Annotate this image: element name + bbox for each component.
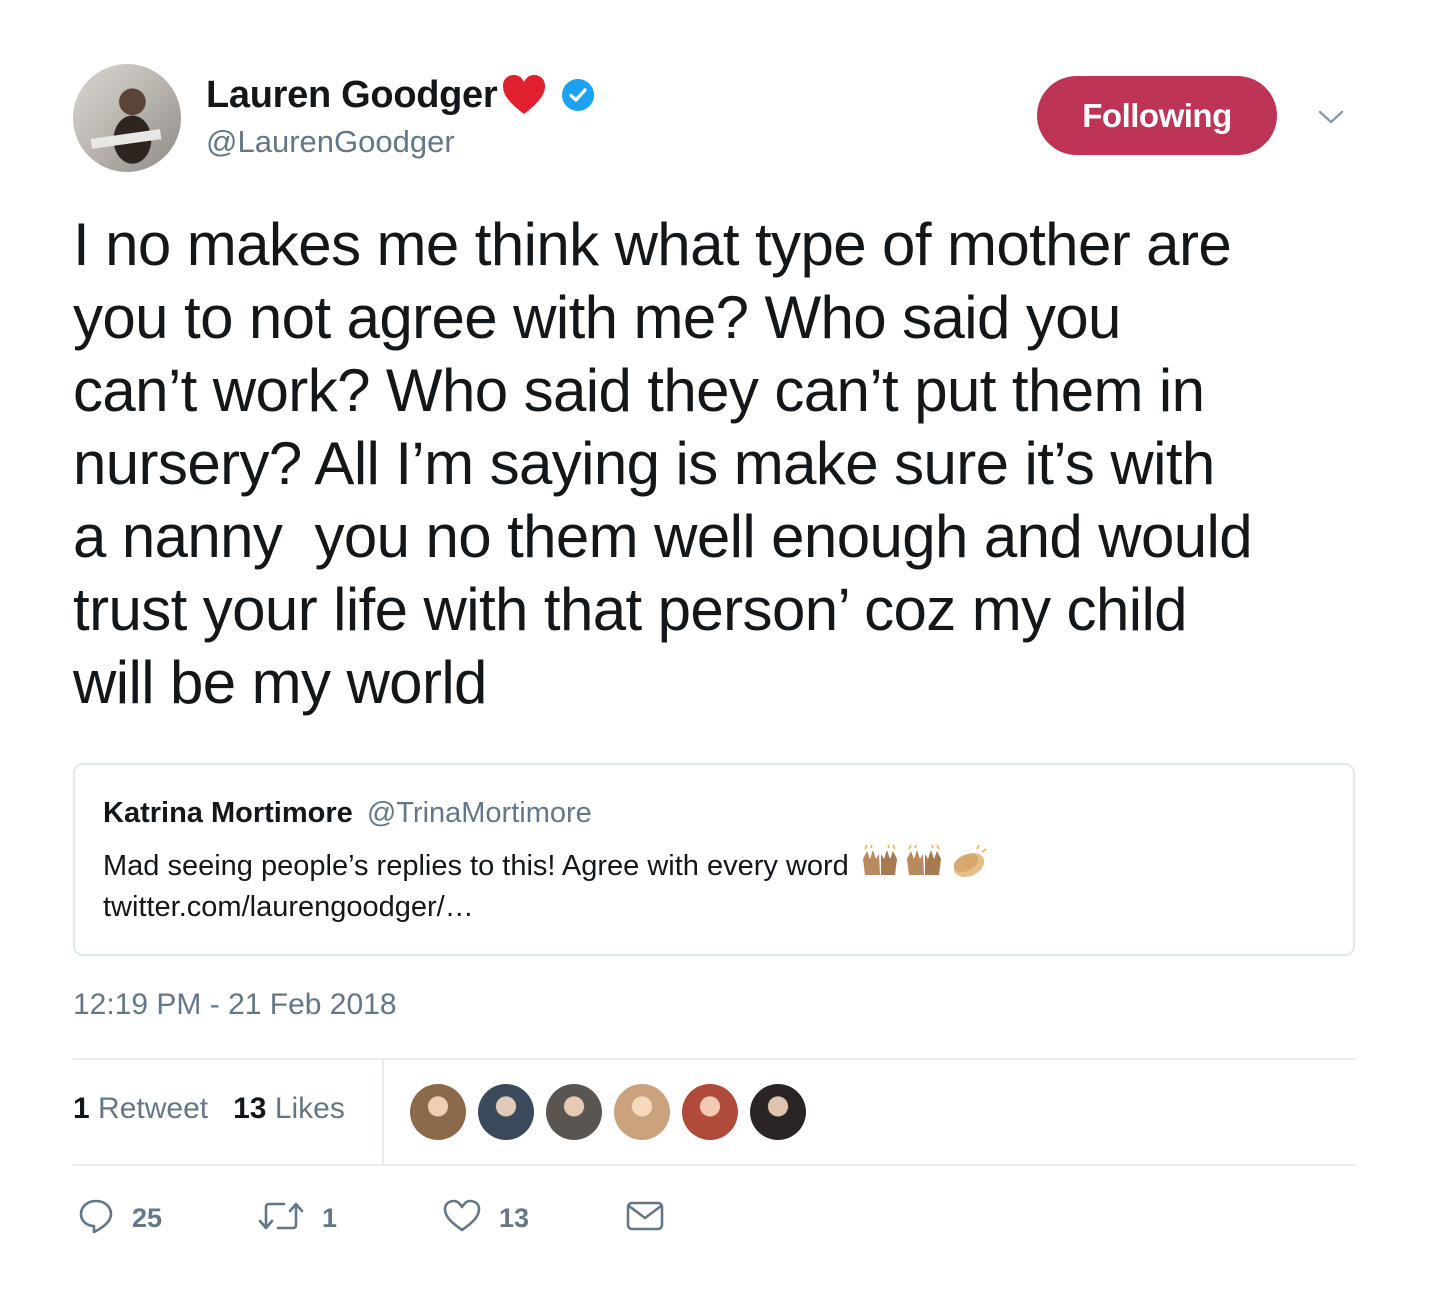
likes-stat[interactable]: 13 Likes xyxy=(233,1092,345,1126)
like-button[interactable]: 13 xyxy=(443,1198,529,1238)
reply-count: 25 xyxy=(132,1202,163,1233)
raising-hands-icon xyxy=(859,844,901,887)
verified-badge-icon xyxy=(561,78,595,112)
following-button[interactable]: Following xyxy=(1037,76,1277,155)
divider xyxy=(73,1164,1356,1166)
quoted-tweet-card[interactable]: Katrina Mortimore @TrinaMortimore Mad se… xyxy=(73,763,1355,956)
likes-count: 13 xyxy=(233,1092,267,1125)
liker-avatar[interactable] xyxy=(682,1084,738,1140)
like-action-count: 13 xyxy=(499,1202,530,1233)
reply-button[interactable]: 25 xyxy=(78,1198,162,1238)
tweet-line: nursery? All I’m saying is make sure it’… xyxy=(73,430,1215,497)
quoted-tweet-emojis xyxy=(859,844,989,887)
retweet-button[interactable]: 1 xyxy=(258,1198,337,1238)
quoted-tweet-body: Mad seeing people’s replies to this! Agr… xyxy=(103,849,849,882)
retweet-stat[interactable]: 1 Retweet xyxy=(73,1092,208,1126)
heart-outline-icon xyxy=(443,1199,481,1238)
retweet-action-count: 1 xyxy=(322,1202,338,1233)
tweet-line: trust your life with that person’ coz my… xyxy=(73,576,1188,643)
stats-divider xyxy=(382,1060,384,1164)
tweet-line: will be my world xyxy=(73,649,487,716)
tweet-header: Lauren Goodger @LaurenGoodger Following xyxy=(73,64,1363,174)
clapping-hands-icon xyxy=(947,844,989,887)
tweet-line: I no makes me think what type of mother … xyxy=(73,211,1232,278)
chevron-down-icon[interactable] xyxy=(1316,102,1346,132)
liker-avatar[interactable] xyxy=(478,1084,534,1140)
tweet-text: I no makes me think what type of mother … xyxy=(73,208,1373,719)
author-name[interactable]: Lauren Goodger xyxy=(206,74,498,117)
tweet-line: can’t work? Who said they can’t put them… xyxy=(73,357,1205,424)
direct-message-button[interactable] xyxy=(626,1198,664,1238)
tweet-timestamp[interactable]: 12:19 PM - 21 Feb 2018 xyxy=(73,988,397,1022)
retweet-icon xyxy=(258,1199,304,1238)
quoted-author-name: Katrina Mortimore xyxy=(103,797,353,829)
divider xyxy=(73,1058,1356,1060)
retweet-count: 1 xyxy=(73,1092,90,1125)
quoted-tweet-link[interactable]: twitter.com/laurengoodger/… xyxy=(103,891,474,924)
likes-stat-label: Likes xyxy=(274,1092,345,1125)
tweet-line: a nanny you no them well enough and woul… xyxy=(73,503,1253,570)
liker-avatar[interactable] xyxy=(546,1084,602,1140)
raising-hands-icon xyxy=(903,844,945,887)
quoted-author-handle: @TrinaMortimore xyxy=(366,797,592,829)
tweet-stats: 1 Retweet 13 Likes xyxy=(73,1092,345,1126)
envelope-icon xyxy=(626,1200,664,1237)
author-handle[interactable]: @LaurenGoodger xyxy=(206,124,455,160)
liker-avatar[interactable] xyxy=(410,1084,466,1140)
reply-icon xyxy=(78,1198,114,1239)
liker-avatar[interactable] xyxy=(614,1084,670,1140)
likers-avatars xyxy=(410,1084,806,1140)
tweet-line: you to not agree with me? Who said you xyxy=(73,284,1121,351)
retweet-stat-label: Retweet xyxy=(98,1092,209,1125)
liker-avatar[interactable] xyxy=(750,1084,806,1140)
author-avatar[interactable] xyxy=(73,64,181,172)
red-heart-icon xyxy=(501,74,547,116)
author-name-row: Lauren Goodger xyxy=(206,72,595,118)
quoted-tweet-header: Katrina Mortimore @TrinaMortimore xyxy=(103,797,592,830)
quoted-tweet-text: Mad seeing people’s replies to this! Agr… xyxy=(103,844,989,887)
